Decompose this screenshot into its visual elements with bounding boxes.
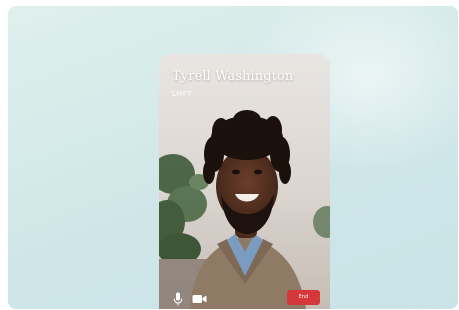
video-camera-icon[interactable] — [192, 294, 207, 304]
background-card: Tyrell Washington LMFT End — [8, 6, 458, 309]
end-call-button[interactable]: End — [287, 290, 320, 305]
microphone-icon[interactable] — [173, 292, 183, 306]
caller-credential: LMFT — [172, 90, 192, 98]
caller-name: Tyrell Washington — [172, 69, 294, 84]
video-call-window: Tyrell Washington LMFT End — [159, 54, 330, 309]
